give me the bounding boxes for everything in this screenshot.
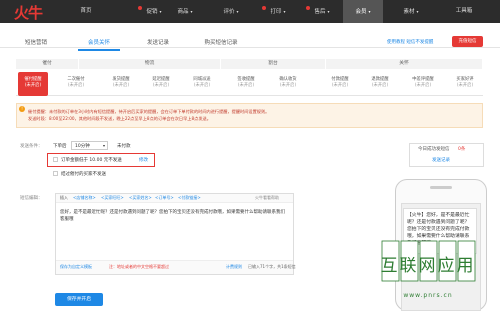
nav-review[interactable]: 评价 ▾ [213,0,249,23]
notice-banner: 催付提醒：未付款的订单在3小时内有短信提醒，待开启后买家的提醒，会在订单下单付款… [16,103,483,128]
footer-note: 注：地址或者的中文空格不要超过 [109,264,169,269]
insert-shop-name[interactable]: <店铺名称> [73,195,96,201]
category-logistics: 物流 [79,59,221,69]
insert-pay-link[interactable]: <付款链接> [178,195,201,201]
chevron-down-icon: ▾ [236,9,239,14]
modify-link[interactable]: 修改 [139,157,148,163]
chevron-down-icon: ▾ [159,9,162,14]
site-watermark: 互联网应用 www.pnrs.cn [381,240,476,299]
app-logo[interactable]: 火牛 [14,2,43,23]
chevron-down-icon: ▾ [190,9,193,14]
exclude-urged-checkbox[interactable] [53,171,58,176]
subtab-bad-review[interactable]: 中差评提醒 (未开启) [405,72,441,96]
chevron-down-icon: ▾ [102,143,105,148]
warning-icon: ! [19,106,25,112]
content-label: 短信编辑： [20,196,43,201]
subtab-buyer-praise[interactable]: 买家好评 (未开启) [450,72,480,96]
tab-sms-marketing[interactable]: 短信营销 [16,36,56,51]
send-condition-label: 发送条件： [20,144,43,149]
today-sent-count: 0条 [458,147,466,152]
nav-goods[interactable]: 商品 ▾ [167,0,203,23]
insert-buyer-wangwang[interactable]: <买家旺旺> [101,195,124,201]
minutes-select[interactable]: 10分钟 ▾ [71,141,108,150]
recharge-sms-button[interactable]: 充值短信 [452,36,483,47]
chevron-down-icon: ▾ [368,9,371,14]
subtab-second-urge[interactable]: 二次催付 (未开启) [61,72,91,96]
notification-dot-icon [138,6,142,10]
category-urge-pay: 催付 [16,59,79,69]
subtab-urge-reminder[interactable]: 催付提醒 (未开启) [18,72,48,96]
category-care: 关怀 [326,59,483,69]
notification-dot-icon [306,6,310,10]
help-link[interactable]: 火牛看看帮助 [255,195,279,201]
insert-label: 插入 [60,195,68,200]
subtab-confirm-receipt[interactable]: 确认收货 (未开启) [273,72,303,96]
send-records-link[interactable]: 发送记录 [432,157,450,163]
sms-content-textarea[interactable]: 您好，是不是最近忙呢？还是付款遇到问题了呢？您拍下的宝贝还没有完成付款哦，如果需… [60,209,289,223]
notice-line-2: 发送时段：8:00至22:00，其他时间段不发送，晚上22点至早上8点的订单会在… [28,116,211,121]
tab-purchase-records[interactable]: 购买短信记录 [195,36,247,51]
notice-line-1: 催付提醒：未付款的订单在3小时内有短信提醒，待开启后买家的提醒，会在订单下单付款… [28,109,270,114]
after-order-text: 下单后 [53,144,67,149]
subtab-pay-reminder[interactable]: 付款提醒 (未开启) [325,72,355,96]
nav-member[interactable]: 会员 ▾ [343,0,383,23]
char-count: 已输入71个字，共1条短信 [248,264,296,269]
subtab-delay-reminder[interactable]: 延迟提醒 (未开启) [146,72,176,96]
insert-order-number[interactable]: <订单号> [155,195,174,201]
category-signoff: 割台 [221,59,326,69]
insert-buyer-name[interactable]: <买家姓名> [129,195,152,201]
tutorial-link[interactable]: 使用教程 短信不发提醒 [387,39,433,45]
subtab-refund-reminder[interactable]: 退款提醒 (未开启) [365,72,395,96]
phone-speaker-icon [430,186,452,189]
nav-after-sales[interactable]: 售后 ▾ [304,0,340,23]
nav-print[interactable]: 打印 ▾ [260,0,296,23]
save-and-enable-button[interactable]: 保存并开启 [55,293,103,306]
save-template-link[interactable]: 保存为自定义模板 [60,264,92,270]
amount-condition-text: 订单金额低于 10.00 元不发送 [61,158,122,163]
notification-dot-icon [262,6,266,10]
watermark-title: 互联网应用 [381,256,476,276]
subtab-ship-reminder[interactable]: 发货提醒 (未开启) [106,72,136,96]
nav-material[interactable]: 素材 ▾ [393,0,429,23]
nav-toolbox[interactable]: 工具箱 [444,0,484,23]
tab-member-care[interactable]: 会员关怀 [78,36,120,51]
chevron-down-icon: ▾ [416,9,419,14]
nav-home[interactable]: 首页 [70,0,102,23]
amount-condition-checkbox[interactable] [53,157,58,162]
subtab-sign-reminder[interactable]: 签收提醒 (未开启) [231,72,261,96]
billing-rules-link[interactable]: 计费规则 [226,264,242,270]
today-sent-title: 今日成功发短信 [418,147,450,152]
watermark-url: www.pnrs.cn [403,292,452,299]
unpaid-text: 未付款 [117,144,131,149]
chevron-down-icon: ▾ [327,9,330,14]
chevron-down-icon: ▾ [283,9,286,14]
tab-send-records[interactable]: 发送记录 [138,36,178,51]
subtab-local-delivery[interactable]: 同城派送 (未开启) [187,72,217,96]
exclude-urged-text: 结过催付的买家不发送 [61,172,106,177]
